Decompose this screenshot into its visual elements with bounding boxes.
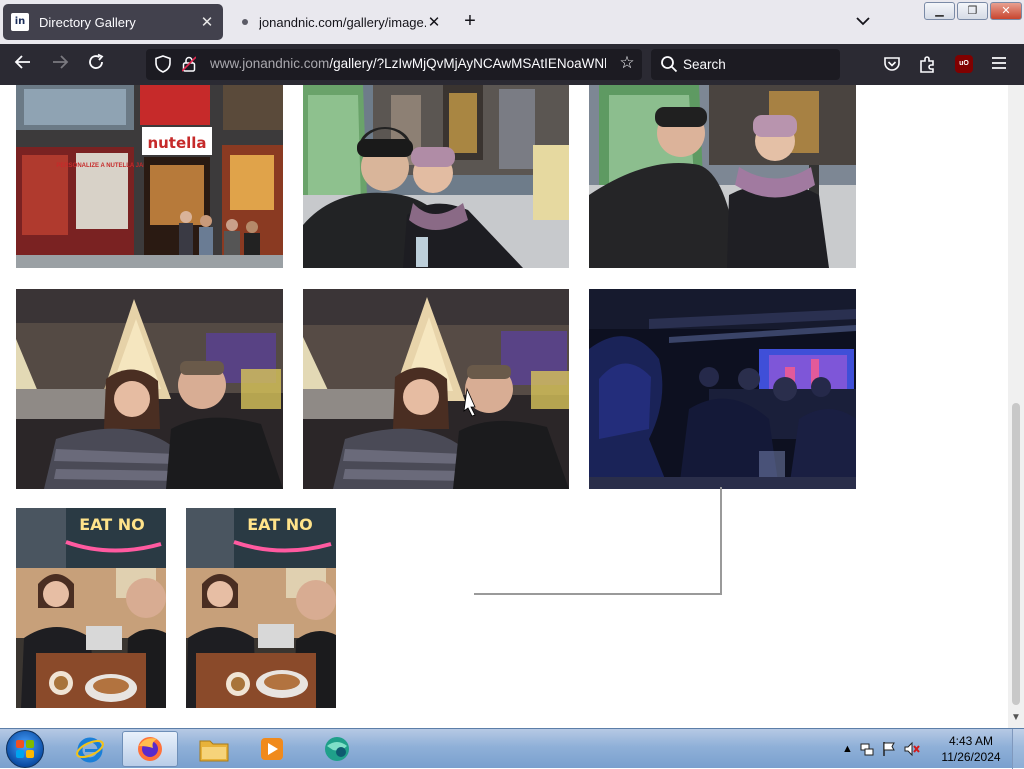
tab-label: Directory Gallery xyxy=(39,14,136,30)
gallery-photo[interactable] xyxy=(589,85,856,268)
close-tab-icon[interactable]: ✕ xyxy=(426,13,442,31)
folder-icon xyxy=(199,740,229,762)
cafe-sign-text: EAT NO xyxy=(79,515,145,534)
tab-directory-gallery[interactable]: in Directory Gallery ✕ xyxy=(3,4,223,40)
url-path: /gallery/?LzIwMjQvMjAyNCAwMSAtIENoaWNhZ2… xyxy=(329,56,606,71)
forward-button[interactable] xyxy=(48,53,72,77)
chevron-down-icon xyxy=(856,17,870,26)
puzzle-piece-icon xyxy=(920,56,934,73)
arrow-right-icon xyxy=(53,55,69,69)
scroll-down-arrow-icon[interactable]: ▼ xyxy=(1011,712,1021,723)
placard-text: PERSONALIZE A NUTELLA JAR xyxy=(56,163,148,169)
taskbar-file-explorer[interactable] xyxy=(186,731,242,767)
reload-icon xyxy=(89,53,104,69)
taskbar-media-player[interactable] xyxy=(244,731,300,767)
gallery-photo[interactable]: PERSONALIZE A NUTELLA JAR nutella xyxy=(16,85,283,268)
arrow-left-icon xyxy=(14,55,30,69)
show-desktop-button[interactable] xyxy=(1012,729,1024,769)
selfie-tree-city-2-photo xyxy=(589,85,856,268)
close-tab-icon[interactable]: ✕ xyxy=(199,13,215,31)
search-bar[interactable]: Search xyxy=(651,49,840,80)
extensions-button[interactable] xyxy=(918,54,940,76)
selfie-restaurant-tree-2-photo xyxy=(303,289,569,489)
start-button[interactable] xyxy=(6,730,44,768)
nutella-cafe-storefront-photo: PERSONALIZE A NUTELLA JAR nutella xyxy=(16,85,283,268)
minimize-button[interactable]: ▁ xyxy=(924,2,955,20)
firefox-icon xyxy=(138,737,162,761)
tab-label: jonandnic.com/gallery/image.php? xyxy=(259,14,426,30)
store-sign-text: nutella xyxy=(147,134,206,152)
pocket-button[interactable] xyxy=(882,54,904,76)
system-clock[interactable]: 4:43 AM 11/26/2024 xyxy=(936,733,1006,765)
hover-preview-frame xyxy=(474,487,722,595)
tracking-protection-shield-icon[interactable] xyxy=(154,55,172,73)
url-text[interactable]: www.jonandnic.com/gallery/?LzIwMjQvMjAyN… xyxy=(210,56,606,71)
eat-no-cafe-selfie-1-photo: EAT NO xyxy=(16,508,166,708)
windows-logo-icon xyxy=(16,740,34,758)
hamburger-menu-icon xyxy=(992,57,1006,69)
clock-date: 11/26/2024 xyxy=(941,750,1001,764)
app-menu-button[interactable] xyxy=(990,54,1012,76)
windows-taskbar: ▲ 4:43 AM 11/26/2024 xyxy=(0,728,1024,769)
cafe-sign-text: EAT NO xyxy=(247,515,313,534)
eat-no-cafe-selfie-2-photo: EAT NO xyxy=(186,508,336,708)
clock-time: 4:43 AM xyxy=(948,734,994,748)
gallery-photo[interactable] xyxy=(16,289,283,489)
selfie-tree-city-1-photo xyxy=(303,85,569,268)
search-placeholder: Search xyxy=(683,57,726,72)
loading-dot-icon xyxy=(242,19,248,25)
gallery-photo[interactable]: EAT NO xyxy=(16,508,166,708)
gallery-photo[interactable] xyxy=(303,289,569,489)
gallery-photo[interactable] xyxy=(303,85,569,268)
page-scrollbar[interactable]: ▼ xyxy=(1008,85,1024,728)
pocket-icon xyxy=(884,57,900,71)
gallery-photo[interactable]: EAT NO xyxy=(186,508,336,708)
taskbar-app-globe[interactable] xyxy=(309,731,365,767)
volume-muted-icon[interactable] xyxy=(903,741,921,757)
theater-stage-audience-photo xyxy=(589,289,856,489)
action-center-flag-icon[interactable] xyxy=(881,741,897,757)
address-bar[interactable]: www.jonandnic.com/gallery/?LzIwMjQvMjAyN… xyxy=(146,49,642,80)
insecure-lock-icon[interactable] xyxy=(181,56,197,72)
navigation-toolbar: www.jonandnic.com/gallery/?LzIwMjQvMjAyN… xyxy=(0,44,1024,85)
taskbar-internet-explorer[interactable] xyxy=(62,731,118,767)
system-tray: ▲ xyxy=(842,729,921,769)
url-host: www.jonandnic.com xyxy=(210,56,330,71)
network-icon[interactable] xyxy=(859,741,875,757)
show-hidden-icons-arrow-icon[interactable]: ▲ xyxy=(842,743,853,755)
tab-bar: in Directory Gallery ✕ jonandnic.com/gal… xyxy=(0,0,1024,44)
gallery-photo[interactable] xyxy=(589,289,856,489)
taskbar-firefox[interactable] xyxy=(122,731,178,767)
new-tab-button[interactable]: + xyxy=(459,10,481,32)
scrollbar-thumb[interactable] xyxy=(1012,403,1020,705)
gallery-page: PERSONALIZE A NUTELLA JAR nutella EAT NO… xyxy=(0,85,1008,728)
list-all-tabs-button[interactable] xyxy=(852,10,874,32)
search-icon xyxy=(660,55,678,73)
restore-button[interactable]: ❐ xyxy=(957,2,988,20)
site-favicon-icon: in xyxy=(11,13,29,31)
back-button[interactable] xyxy=(11,53,35,77)
selfie-restaurant-tree-1-photo xyxy=(16,289,283,489)
globe-app-icon xyxy=(325,737,349,761)
window-close-button[interactable]: ✕ xyxy=(990,2,1022,20)
ublock-origin-extension-icon[interactable]: uO xyxy=(955,55,973,73)
tab-image-page[interactable]: jonandnic.com/gallery/image.php? ✕ xyxy=(233,4,448,40)
media-player-icon xyxy=(261,738,283,760)
bookmark-star-icon[interactable]: ☆ xyxy=(616,53,638,73)
internet-explorer-icon xyxy=(76,737,104,763)
reload-button[interactable] xyxy=(84,53,108,77)
